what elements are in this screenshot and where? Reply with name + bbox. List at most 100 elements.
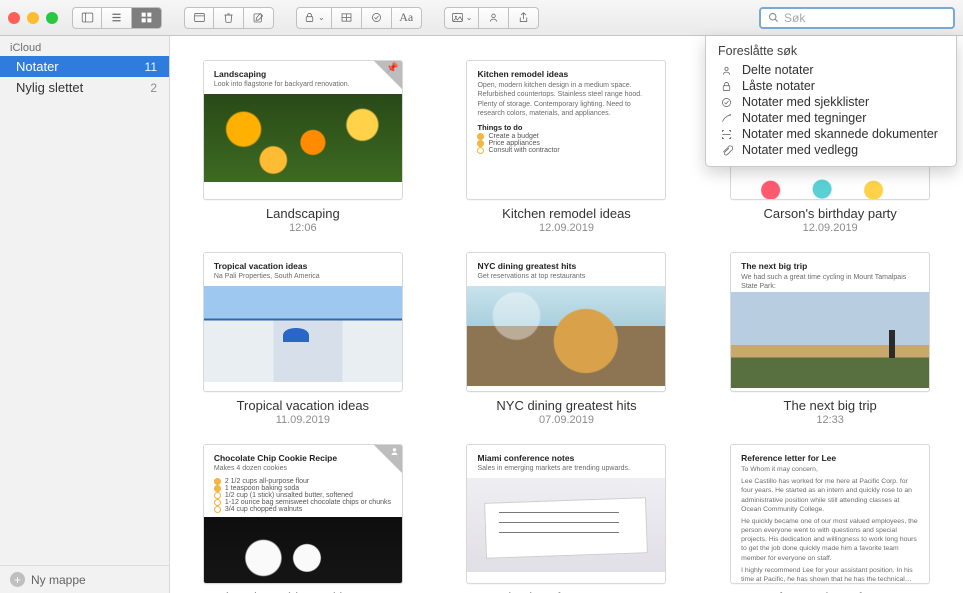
- search-field[interactable]: [759, 7, 955, 29]
- close-window[interactable]: [8, 12, 20, 24]
- note-preview: Open, modern kitchen design in a medium …: [467, 81, 665, 119]
- new-folder-label: Ny mappe: [31, 573, 86, 587]
- note-caption: The next big trip: [784, 398, 877, 413]
- checkbox-icon: [214, 506, 221, 513]
- sidebar-item-recently-deleted[interactable]: Nylig slettet 2: [0, 77, 169, 98]
- lock-icon: [720, 80, 734, 93]
- checkbox-icon: [214, 485, 221, 492]
- note-preview: Get reservations at top restaurants: [467, 273, 665, 286]
- suggestion-attachments[interactable]: Notater med vedlegg: [706, 142, 956, 158]
- new-note-button[interactable]: [244, 7, 274, 29]
- paperclip-icon: [720, 144, 734, 157]
- delete-note-button[interactable]: [214, 7, 244, 29]
- checkbox-icon: [477, 147, 484, 154]
- list-icon: [110, 11, 123, 24]
- note-card[interactable]: NYC dining greatest hits Get reservation…: [458, 252, 676, 426]
- lock-button[interactable]: ⌄: [296, 7, 332, 29]
- sidebar-section-heading: iCloud: [0, 36, 169, 56]
- plus-icon: +: [10, 572, 25, 587]
- scan-icon: [720, 128, 734, 141]
- note-thumbnail: [467, 478, 665, 572]
- suggestion-checklists[interactable]: Notater med sjekklister: [706, 94, 956, 110]
- lock-icon: [303, 11, 316, 24]
- note-date: 11.09.2019: [276, 414, 330, 426]
- sidebar-item-label: Nylig slettet: [16, 80, 83, 95]
- note-thumbnail: [204, 286, 402, 382]
- table-button[interactable]: [332, 7, 362, 29]
- todo-item: Create a budget: [488, 133, 538, 140]
- note-preview: Na Pali Properties, South America: [204, 273, 402, 286]
- suggestions-heading: Foreslåtte søk: [706, 42, 956, 62]
- checklist-icon: [720, 96, 734, 109]
- note-caption: Carson's birthday party: [764, 206, 897, 221]
- toggle-sidebar-button[interactable]: [72, 7, 102, 29]
- checkbox-icon: [214, 478, 221, 485]
- todo-item: 1 teaspoon baking soda: [225, 485, 299, 492]
- note-title: The next big trip: [731, 253, 929, 273]
- suggestion-scanned[interactable]: Notater med skannede dokumenter: [706, 126, 956, 142]
- checkbox-icon: [477, 140, 484, 147]
- share-button[interactable]: [509, 7, 539, 29]
- suggestion-drawings[interactable]: Notater med tegninger: [706, 110, 956, 126]
- note-card[interactable]: 📌 Landscaping Look into flagstone for ba…: [194, 60, 412, 234]
- view-list-button[interactable]: [102, 7, 132, 29]
- note-card[interactable]: Miami conference notes Sales in emerging…: [458, 444, 676, 593]
- note-caption: Kitchen remodel ideas: [502, 206, 631, 221]
- note-date: 07.09.2019: [539, 414, 594, 426]
- minimize-window[interactable]: [27, 12, 39, 24]
- note-caption: NYC dining greatest hits: [496, 398, 636, 413]
- drawing-icon: [720, 112, 734, 125]
- note-preview: Sales in emerging markets are trending u…: [467, 465, 665, 478]
- format-button[interactable]: Aa: [392, 7, 422, 29]
- suggestion-locked-notes[interactable]: Låste notater: [706, 78, 956, 94]
- trash-icon: [222, 11, 235, 24]
- note-title: NYC dining greatest hits: [467, 253, 665, 273]
- todo-item: 3/4 cup chopped walnuts: [225, 506, 302, 513]
- checkbox-icon: [214, 492, 221, 499]
- new-folder-button[interactable]: + Ny mappe: [0, 565, 169, 593]
- suggestion-label: Delte notater: [742, 63, 814, 77]
- pin-icon: 📌: [386, 63, 398, 74]
- note-paragraph: Lee Castillo has worked for me here at P…: [731, 477, 929, 514]
- suggestion-label: Notater med tegninger: [742, 111, 866, 125]
- zoom-window[interactable]: [46, 12, 58, 24]
- note-thumbnail: [731, 177, 929, 199]
- note-card[interactable]: Reference letter for Lee To Whom it may …: [721, 444, 939, 593]
- sidebar-item-label: Notater: [16, 59, 59, 74]
- note-card[interactable]: Kitchen remodel ideas Open, modern kitch…: [458, 60, 676, 234]
- note-title: Chocolate Chip Cookie Recipe: [204, 445, 402, 465]
- checkbox-icon: [477, 133, 484, 140]
- note-date: 12:33: [816, 414, 844, 426]
- search-input[interactable]: [784, 11, 947, 25]
- note-title: Reference letter for Lee: [731, 445, 929, 465]
- note-thumbnail: [731, 292, 929, 388]
- photo-icon: [451, 11, 464, 24]
- share-icon: [517, 11, 530, 24]
- todo-item: 2 1/2 cups all-purpose flour: [225, 478, 309, 485]
- search-icon: [767, 11, 780, 24]
- media-button[interactable]: ⌄: [444, 7, 480, 29]
- checklist-button[interactable]: [362, 7, 392, 29]
- compose-icon: [252, 11, 265, 24]
- view-grid-button[interactable]: [132, 7, 162, 29]
- collaborate-button[interactable]: [479, 7, 509, 29]
- todo-item: 1-12 ounce bag semisweet chocolate chips…: [225, 499, 391, 506]
- todo-item: Consult with contractor: [488, 147, 559, 154]
- note-card[interactable]: Tropical vacation ideas Na Pali Properti…: [194, 252, 412, 426]
- sidebar-item-notes[interactable]: Notater 11: [0, 56, 169, 77]
- window-controls: [8, 12, 58, 24]
- todo-item: 1/2 cup (1 stick) unsalted butter, softe…: [225, 492, 353, 499]
- note-preview: We had such a great time cycling in Moun…: [731, 273, 929, 292]
- note-date: 12.09.2019: [539, 222, 594, 234]
- add-people-icon: [487, 11, 500, 24]
- note-card[interactable]: Chocolate Chip Cookie Recipe Makes 4 doz…: [194, 444, 412, 593]
- note-paragraph: I highly recommend Lee for your assistan…: [731, 566, 929, 584]
- suggestion-label: Notater med sjekklister: [742, 95, 869, 109]
- titlebar: ⌄ Aa ⌄: [0, 0, 963, 36]
- suggestion-shared-notes[interactable]: Delte notater: [706, 62, 956, 78]
- note-caption: Tropical vacation ideas: [237, 398, 369, 413]
- attachments-button[interactable]: [184, 7, 214, 29]
- person-icon: [389, 446, 400, 460]
- note-thumbnail: [467, 286, 665, 386]
- note-card[interactable]: The next big trip We had such a great ti…: [721, 252, 939, 426]
